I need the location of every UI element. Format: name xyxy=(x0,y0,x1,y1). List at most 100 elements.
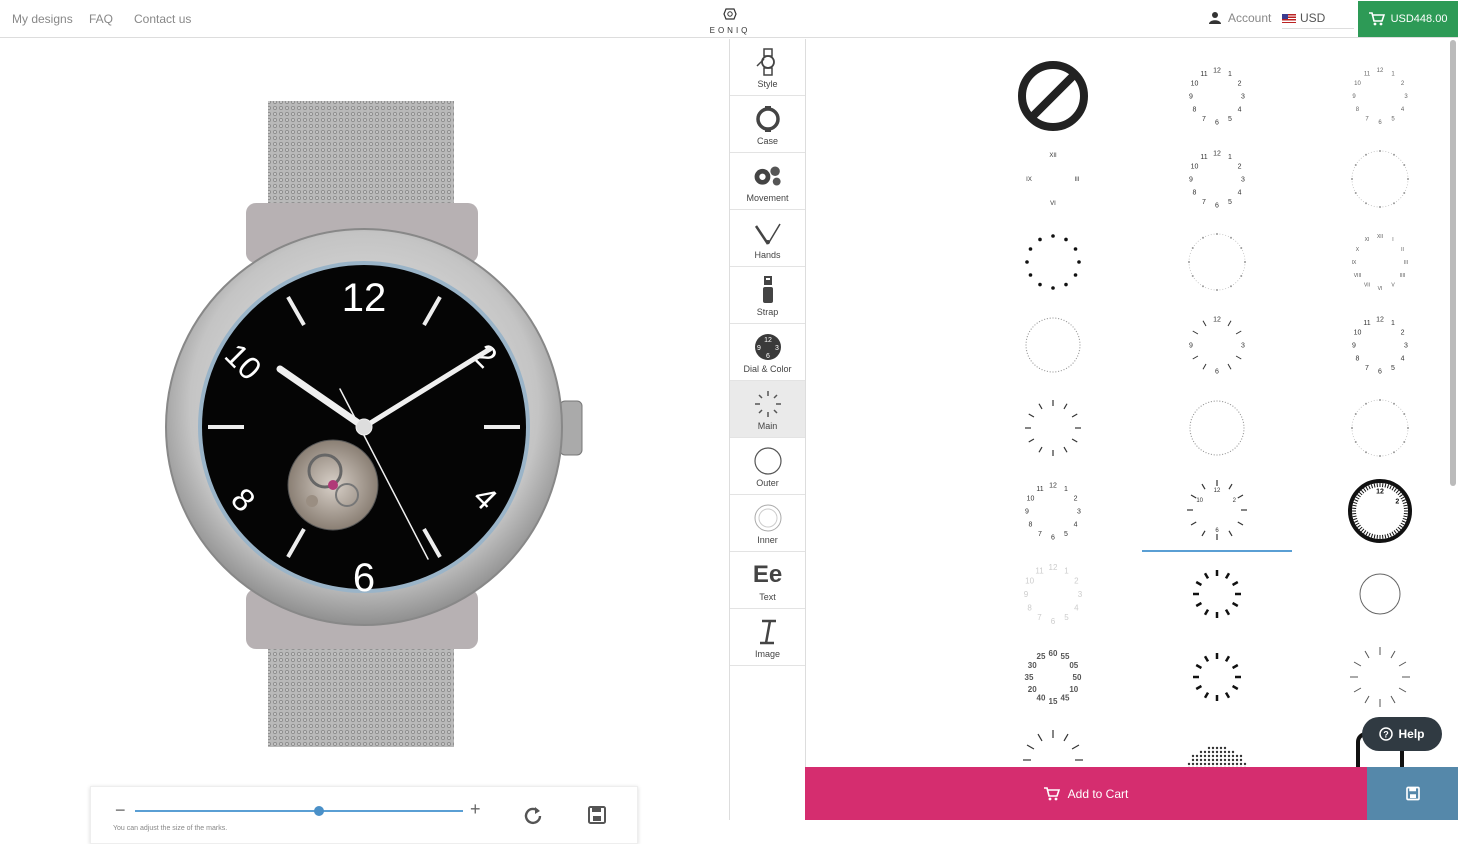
svg-text:5: 5 xyxy=(1391,117,1395,123)
svg-text:8: 8 xyxy=(1029,521,1033,528)
dial-option-dots-faint[interactable] xyxy=(1142,221,1292,303)
tool-text[interactable]: Ee Text xyxy=(730,552,805,609)
increase-size-button[interactable]: + xyxy=(470,800,481,818)
dial-option-minutes-numbers[interactable]: 605505501045154020353025 xyxy=(978,636,1128,718)
svg-text:XII: XII xyxy=(1377,234,1383,240)
dial-thumbnail: 121234567891011 xyxy=(1013,554,1093,634)
dial-option-bold-bars-small[interactable] xyxy=(1142,636,1292,718)
svg-text:3: 3 xyxy=(1404,94,1408,100)
dial-option-arabic-full[interactable]: 121234567891011 xyxy=(978,470,1128,552)
dial-option-arabic-thin[interactable]: 121234567891011 xyxy=(1305,55,1455,137)
svg-text:5: 5 xyxy=(1391,365,1395,372)
svg-text:1: 1 xyxy=(1228,71,1232,78)
reset-icon[interactable] xyxy=(523,805,543,825)
dial-option-dots-bold[interactable] xyxy=(978,221,1128,303)
svg-text:11: 11 xyxy=(1035,566,1044,575)
scrollbar[interactable] xyxy=(1450,40,1456,486)
svg-text:VI: VI xyxy=(1050,201,1056,207)
svg-text:2: 2 xyxy=(1233,498,1237,504)
size-slider-handle[interactable] xyxy=(314,806,324,816)
dial-option-arabic-full[interactable]: 121234567891011 xyxy=(1142,138,1292,220)
size-hint-text: You can adjust the size of the marks. xyxy=(113,825,227,832)
tool-hands[interactable]: Hands xyxy=(730,210,805,267)
dial-option-bars-partial[interactable] xyxy=(978,719,1128,767)
tool-inner-label: Inner xyxy=(757,535,778,545)
dial-option-none[interactable] xyxy=(978,55,1128,137)
dial-option-dots-faint[interactable] xyxy=(1305,387,1455,469)
save-button[interactable] xyxy=(1367,767,1458,820)
svg-text:5: 5 xyxy=(1064,531,1068,538)
dial-option-plain-circle[interactable] xyxy=(1305,553,1455,635)
dial-option-minute-ring[interactable] xyxy=(978,304,1128,386)
cart-icon xyxy=(1369,12,1385,26)
dial-option-roman-sparse[interactable]: XIIIIIVIIX xyxy=(978,138,1128,220)
tool-strap[interactable]: Strap xyxy=(730,267,805,324)
svg-text:10: 10 xyxy=(1025,576,1034,585)
svg-text:11: 11 xyxy=(1364,72,1371,78)
tool-case[interactable]: Case xyxy=(730,96,805,153)
svg-text:5: 5 xyxy=(1228,116,1232,123)
dial-thumbnail: 122610 xyxy=(1177,470,1257,550)
crown xyxy=(560,401,582,455)
size-slider-track[interactable] xyxy=(135,810,463,812)
dial-option-bold-bars-small[interactable] xyxy=(1142,553,1292,635)
nav-my-designs[interactable]: My designs xyxy=(12,12,73,26)
dial-option-bars-arabic[interactable]: 122610 xyxy=(1142,470,1292,552)
svg-text:4: 4 xyxy=(1074,603,1079,612)
dial-option-thick-ring[interactable]: 122 xyxy=(1305,470,1455,552)
question-circle-icon: ? xyxy=(1379,727,1393,741)
tool-main[interactable]: Main xyxy=(730,381,805,438)
tool-image[interactable]: Image xyxy=(730,609,805,666)
dial-thumbnail: 122 xyxy=(1340,471,1420,551)
dial-option-minute-ring[interactable] xyxy=(1142,387,1292,469)
brand-logo[interactable]: EONIQ xyxy=(700,7,760,35)
dial-option-roman-small[interactable]: XIIIIIIIIIIIIVVIVIIVIIIIXXXI xyxy=(1305,221,1455,303)
dial-thumbnail xyxy=(1177,222,1257,302)
svg-text:2: 2 xyxy=(1395,498,1399,505)
svg-text:8: 8 xyxy=(1356,107,1360,113)
dial-option-dot-pattern[interactable] xyxy=(1142,719,1292,767)
svg-text:X: X xyxy=(1356,247,1360,253)
tool-dial-color[interactable]: 12693 Dial & Color xyxy=(730,324,805,381)
dial-options-grid: 1212345678910111212345678910111212345678… xyxy=(806,39,1458,767)
add-to-cart-button[interactable]: Add to Cart xyxy=(805,767,1367,820)
svg-text:7: 7 xyxy=(1202,116,1206,123)
dial-thumbnail xyxy=(1013,305,1093,385)
dial-thumbnail: 12369 xyxy=(1177,305,1257,385)
cart-button[interactable]: USD448.00 xyxy=(1358,1,1458,37)
tool-style[interactable]: Style xyxy=(730,39,805,96)
dial-thumbnail xyxy=(1013,388,1093,468)
svg-text:6: 6 xyxy=(1215,202,1219,209)
nav-faq[interactable]: FAQ xyxy=(89,12,113,26)
dial-option-arabic-faint[interactable]: 121234567891011 xyxy=(978,553,1128,635)
svg-text:4: 4 xyxy=(1401,107,1405,113)
svg-text:8: 8 xyxy=(1193,106,1197,113)
svg-text:2: 2 xyxy=(1238,163,1242,170)
help-button[interactable]: ? Help xyxy=(1362,717,1442,751)
svg-text:30: 30 xyxy=(1028,661,1037,670)
decrease-size-button[interactable]: − xyxy=(115,801,126,819)
tool-outer[interactable]: Outer xyxy=(730,438,805,495)
dial-thumbnail: 121234567891011 xyxy=(1177,56,1257,136)
account-link[interactable]: Account xyxy=(1208,11,1271,25)
save-design-icon[interactable] xyxy=(588,805,606,825)
dial-option-arabic-full[interactable]: 121234567891011 xyxy=(1305,304,1455,386)
dial-option-arabic-quarters[interactable]: 12369 xyxy=(1142,304,1292,386)
svg-text:25: 25 xyxy=(1037,652,1046,661)
tool-movement[interactable]: Movement xyxy=(730,153,805,210)
currency-select[interactable]: USD xyxy=(1282,11,1354,29)
dial-option-bars-sparse[interactable] xyxy=(1305,636,1455,718)
dial-thumbnail: 121234567891011 xyxy=(1013,471,1093,551)
tool-hands-label: Hands xyxy=(754,250,780,260)
svg-text:11: 11 xyxy=(1363,320,1370,327)
dial-thumbnail xyxy=(1013,222,1093,302)
tool-inner[interactable]: Inner xyxy=(730,495,805,552)
dial-option-dots-faint[interactable] xyxy=(1305,138,1455,220)
nav-contact-us[interactable]: Contact us xyxy=(134,12,191,26)
dial-option-bars-12[interactable] xyxy=(978,387,1128,469)
svg-text:3: 3 xyxy=(1077,508,1081,515)
add-to-cart-label: Add to Cart xyxy=(1068,787,1129,801)
svg-text:6: 6 xyxy=(1215,528,1219,534)
svg-text:1: 1 xyxy=(1064,566,1069,575)
dial-option-arabic-full[interactable]: 121234567891011 xyxy=(1142,55,1292,137)
